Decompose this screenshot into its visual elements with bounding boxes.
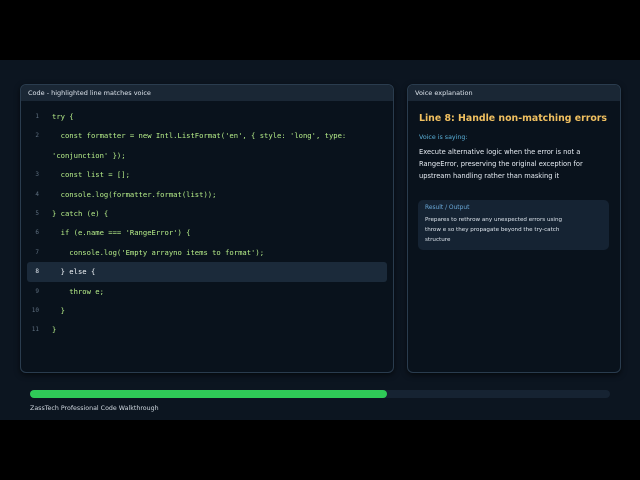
line-number: 6 [35, 229, 39, 237]
code-line: 7 console.log('Empty arrayno items to fo… [21, 243, 393, 262]
line-number: 1 [35, 113, 39, 120]
code-text: 'conjunction' }); [52, 150, 126, 160]
code-line: 'conjunction' }); [21, 146, 393, 165]
code-line: 11} [21, 320, 393, 339]
code-text: } [52, 305, 65, 315]
line-number: 3 [35, 171, 39, 179]
code-text: } [52, 325, 57, 335]
line-number: 2 [35, 132, 39, 140]
footer-brand: ZassTech Professional Code Walkthrough [30, 405, 159, 412]
voice-panel: Voice explanation Line 8: Handle non-mat… [407, 84, 621, 373]
line-number: 4 [35, 190, 39, 198]
explanation-heading: Line 8: Handle non-matching errors [419, 113, 608, 124]
voice-saying-text: Execute alternative logic when the error… [419, 148, 583, 181]
line-number: 11 [31, 326, 39, 334]
code-text: console.log('Empty arrayno items to form… [52, 247, 265, 257]
progress-fill [30, 390, 387, 398]
voice-panel-title: Voice explanation [408, 85, 620, 101]
line-number: 8 [35, 268, 39, 276]
line-number: 7 [35, 248, 39, 256]
code-line: 1 try { [21, 107, 393, 126]
code-text: throw e; [52, 286, 104, 296]
code-line: 3 const list = []; [21, 165, 393, 184]
highlighted-code-line: 8 } else { [27, 262, 387, 282]
result-box: Result / Output Prepares to rethrow any … [418, 200, 609, 250]
code-text: const formatter = new Intl.ListFormat('e… [52, 131, 347, 141]
code-panel-title: Code - highlighted line matches voice [21, 85, 393, 101]
code-text: const list = []; [52, 170, 130, 180]
result-label: Result / Output [425, 205, 470, 211]
voice-saying-label: Voice is saying: [419, 134, 468, 141]
code-text: console.log(formatter.format(list)); [52, 189, 217, 199]
code-text: try { [52, 112, 74, 121]
video-frame: Code - highlighted line matches voice 1 t… [0, 60, 640, 420]
result-text: Prepares to rethrow any unexpected error… [425, 217, 563, 243]
code-line: 2 const formatter = new Intl.ListFormat(… [21, 126, 393, 145]
code-line: 5 } catch (e) { [21, 204, 393, 223]
code-text: } catch (e) { [52, 208, 109, 218]
line-number: 5 [35, 209, 39, 217]
code-line: 6 if (e.name === 'RangeError') { [21, 223, 393, 242]
code-text: if (e.name === 'RangeError') { [52, 228, 191, 238]
progress-bar[interactable] [30, 390, 610, 398]
code-line: 9 throw e; [21, 282, 393, 301]
code-panel: Code - highlighted line matches voice 1 t… [20, 84, 394, 373]
code-listing: 1 try { 2 const formatter = new Intl.ListF… [21, 101, 393, 340]
code-line: 10 } [21, 301, 393, 320]
code-text: } else { [52, 267, 96, 277]
line-number: 10 [31, 306, 39, 314]
line-number: 9 [35, 287, 39, 295]
code-line: 4 console.log(formatter.format(list)); [21, 185, 393, 204]
